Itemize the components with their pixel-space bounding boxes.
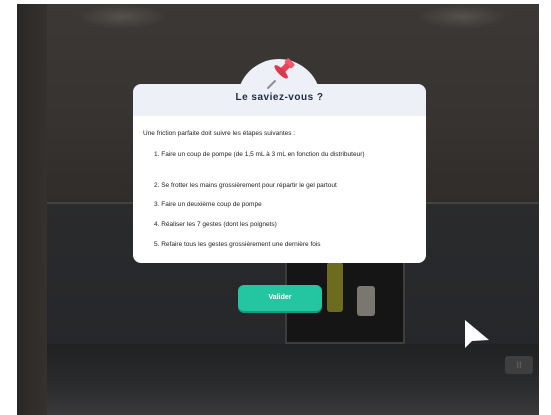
room-side-panel	[17, 4, 47, 415]
ceiling-light-left	[77, 4, 167, 29]
arrow-cursor-icon	[465, 320, 489, 348]
dialog-title: Le saviez-vous ?	[235, 92, 324, 103]
step-item: 4. Réaliser les 7 gestes (dont les poign…	[154, 221, 277, 228]
step-item: 5. Refaire tous les gestes grossièrement…	[154, 241, 321, 248]
valider-button[interactable]: Valider	[238, 285, 322, 311]
push-pin-icon	[267, 58, 295, 89]
ceiling-light-right	[417, 4, 507, 29]
wall-switch: II	[505, 356, 533, 374]
step-item: 2. Se frotter les mains grossièrement po…	[154, 182, 337, 189]
room-floor	[17, 344, 539, 415]
step-item: 1. Faire un coup de pompe (de 1,5 mL à 3…	[154, 151, 365, 158]
gel-bottle-yellow	[327, 262, 343, 312]
step-item: 3. Faire un deuxième coup de pompe	[154, 201, 262, 208]
gel-bottle-white	[357, 286, 375, 316]
dialog-intro: Une friction parfaite doit suivre les ét…	[143, 130, 296, 137]
